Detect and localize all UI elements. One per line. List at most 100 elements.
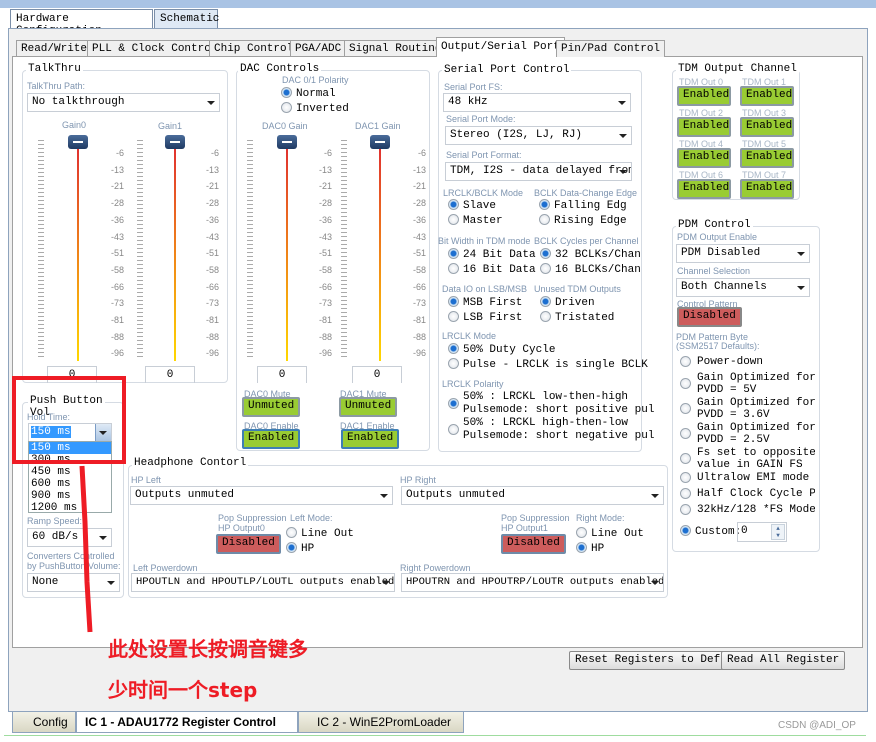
radio-icon [680, 472, 691, 483]
dac0-gain-slider-track[interactable] [286, 146, 288, 361]
tab-schematic[interactable]: Schematic [154, 9, 219, 29]
radio-master[interactable]: Master [448, 214, 503, 227]
tab-config[interactable]: Config [12, 712, 76, 733]
tdm-out-5-button[interactable]: Enabled [740, 148, 794, 168]
pop-right-button[interactable]: Disabled [501, 534, 566, 554]
radio-label: 50% : LRCKL low-then-high [463, 391, 629, 403]
tab-chip-control[interactable]: Chip Control [209, 40, 299, 57]
radio-pdm-option[interactable] [680, 453, 695, 466]
radio-custom[interactable]: Custom: [680, 525, 741, 538]
dac0-mute-button[interactable]: Unmuted [242, 397, 301, 417]
right-powerdown-dropdown[interactable]: HPOUTRN and HPOUTRP/LOUTR outputs enable… [401, 573, 664, 592]
talkthru-path-value: No talkthrough [32, 96, 125, 108]
radio-32bclk[interactable]: 32 BCLKs/Chan [540, 248, 641, 261]
reset-registers-button[interactable]: Reset Registers to Def [569, 651, 727, 670]
pop-left-button[interactable]: Disabled [216, 534, 281, 554]
dac1-gain-slider-track[interactable] [379, 146, 381, 361]
dac0-enable-button[interactable]: Enabled [242, 429, 301, 449]
tdm-out-1-button[interactable]: Enabled [740, 86, 794, 106]
left-powerdown-dropdown[interactable]: HPOUTLN and HPOUTLP/LOUTL outputs enable… [131, 573, 395, 592]
radio-right-hp[interactable]: HP [576, 542, 604, 555]
dac0-gain-slider-thumb[interactable] [277, 135, 297, 149]
dac1-gain-tick-label: -51 [412, 248, 426, 259]
radio-driven[interactable]: Driven [540, 296, 595, 309]
gain0-tick-label: -88 [110, 331, 124, 342]
radio-pdm-option[interactable] [680, 504, 695, 517]
gain1-value-box[interactable]: 0 [145, 366, 195, 383]
gain0-slider-track[interactable] [77, 146, 79, 361]
bottom-divider [4, 735, 866, 736]
radio-normal[interactable]: Normal [281, 87, 336, 100]
radio-16bit[interactable]: 16 Bit Data [448, 263, 536, 276]
radio-polarity-low-high[interactable] [448, 398, 463, 411]
radio-polarity-high-low[interactable] [448, 424, 463, 437]
mode-dropdown[interactable]: Stereo (I2S, LJ, RJ) [445, 126, 632, 145]
radio-pdm-option[interactable] [680, 378, 695, 391]
gain1-tick-label: -13 [205, 164, 219, 175]
pdm-channel-dropdown[interactable]: Both Channels [676, 278, 810, 297]
radio-left-line-out[interactable]: Line Out [286, 527, 354, 540]
tdm-out-6-button[interactable]: Enabled [677, 179, 731, 199]
radio-16bclk[interactable]: 16 BLCKs/Chan [540, 263, 641, 276]
radio-pdm-option[interactable] [680, 356, 695, 369]
spin-arrows-icon[interactable]: ▲ ▼ [771, 524, 785, 540]
dac0-gain-value-box[interactable]: 0 [257, 366, 307, 383]
gain1-tick-label: -28 [205, 198, 219, 209]
gain1-slider-track[interactable] [174, 146, 176, 361]
tdm-out-4-button[interactable]: Enabled [677, 148, 731, 168]
tab-ic1-register-control[interactable]: IC 1 - ADAU1772 Register Control [76, 712, 298, 733]
radio-pdm-option[interactable] [680, 488, 695, 501]
radio-pulse[interactable]: Pulse - LRCLK is single BCLK [448, 358, 648, 371]
tab-hardware-configuration[interactable]: Hardware Configuration [10, 9, 153, 37]
dac1-mute-button[interactable]: Unmuted [339, 397, 398, 417]
tdm-out-3-button[interactable]: Enabled [740, 117, 794, 137]
radio-inverted[interactable]: Inverted [281, 102, 349, 115]
dac1-gain-value-box[interactable]: 0 [352, 366, 402, 383]
radio-falling-edge[interactable]: Falling Edg [539, 199, 627, 212]
radio-pdm-option[interactable] [680, 472, 695, 485]
gain0-tick-label: -13 [110, 164, 124, 175]
tab-pga-adc[interactable]: PGA/ADC [290, 40, 347, 57]
radio-pdm-option[interactable] [680, 428, 695, 441]
radio-duty-cycle[interactable]: 50% Duty Cycle [448, 343, 555, 356]
hp-left-dropdown[interactable]: Outputs unmuted [130, 486, 393, 505]
tab-read-write[interactable]: Read/Write [16, 40, 93, 57]
radio-label: Line Out [591, 528, 644, 540]
pdm-enable-dropdown[interactable]: PDM Disabled [676, 244, 810, 263]
hp-right-dropdown[interactable]: Outputs unmuted [401, 486, 664, 505]
tab-signal-routing[interactable]: Signal Routing [344, 40, 447, 57]
dac1-gain-slider-thumb[interactable] [370, 135, 390, 149]
annotation-highlight-box [12, 376, 126, 464]
radio-icon [448, 263, 459, 274]
pdm-pattern-button[interactable]: Disabled [677, 307, 742, 327]
radio-rising-edge[interactable]: Rising Edge [539, 214, 627, 227]
radio-label: HP [301, 543, 315, 555]
pdm-channel-value: Both Channels [681, 281, 767, 293]
radio-label: Tristated [555, 312, 615, 324]
radio-lsb[interactable]: LSB First [448, 311, 522, 324]
gain0-tick-label: -51 [110, 248, 124, 259]
tdm-out-2-button[interactable]: Enabled [677, 117, 731, 137]
lrclk-bclk-label: LRCLK/BCLK Mode [443, 188, 524, 198]
tab-ic2-e2promloader[interactable]: IC 2 - WinE2PromLoader [298, 712, 464, 733]
radio-slave[interactable]: Slave [448, 199, 496, 212]
tab-pll-clock[interactable]: PLL & Clock Control [87, 40, 223, 57]
dac1-enable-button[interactable]: Enabled [341, 429, 400, 449]
radio-24bit[interactable]: 24 Bit Data [448, 248, 536, 261]
read-all-register-button[interactable]: Read All Register [721, 651, 846, 670]
radio-right-line-out[interactable]: Line Out [576, 527, 644, 540]
gain1-slider-thumb[interactable] [165, 135, 185, 149]
radio-msb[interactable]: MSB First [448, 296, 522, 309]
custom-spinner[interactable]: 0 ▲ ▼ [737, 522, 787, 542]
fs-dropdown[interactable]: 48 kHz [443, 93, 631, 112]
radio-tristated[interactable]: Tristated [540, 311, 614, 324]
tab-pin-pad[interactable]: Pin/Pad Control [556, 40, 666, 57]
tdm-out-7-button[interactable]: Enabled [740, 179, 794, 199]
radio-pdm-option[interactable] [680, 403, 695, 416]
format-dropdown[interactable]: TDM, I2S - data delayed from [445, 162, 632, 181]
tdm-out-0-button[interactable]: Enabled [677, 86, 731, 106]
gain0-slider-thumb[interactable] [68, 135, 88, 149]
talkthru-path-dropdown[interactable]: No talkthrough [27, 93, 220, 112]
tab-output-serial-port[interactable]: Output/Serial Port [436, 37, 565, 57]
radio-left-hp[interactable]: HP [286, 542, 314, 555]
